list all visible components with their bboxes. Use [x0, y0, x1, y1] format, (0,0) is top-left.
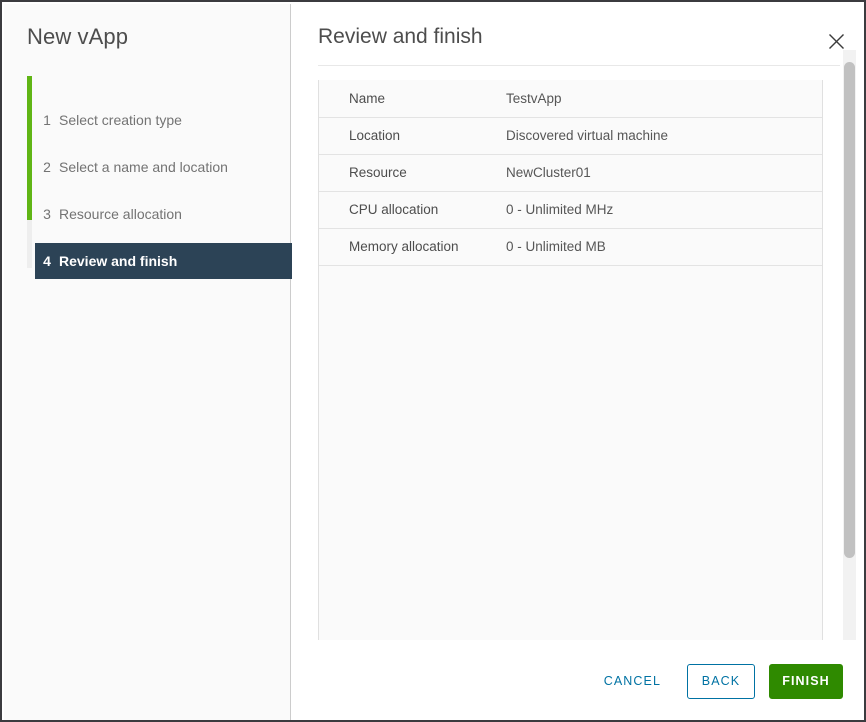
progress-rail-remaining	[27, 220, 32, 268]
summary-key: CPU allocation	[319, 190, 502, 229]
summary-key: Name	[319, 80, 502, 118]
wizard-step-label: Review and finish	[59, 253, 178, 269]
wizard-title: New vApp	[27, 24, 129, 49]
wizard-step-label: Select a name and location	[59, 159, 228, 175]
summary-table: Name TestvApp Location Discovered virtual m…	[319, 80, 822, 266]
wizard-step-label: Select creation type	[59, 112, 182, 128]
summary-value: Discovered virtual machine	[502, 116, 822, 155]
wizard-footer: CANCEL BACK FINISH	[292, 640, 864, 720]
back-button[interactable]: BACK	[687, 663, 755, 699]
table-row: Location Discovered virtual machine	[319, 116, 822, 155]
wizard-step-1[interactable]: 1 Select creation type	[35, 102, 293, 138]
wizard-step-number: 3	[43, 206, 51, 222]
summary-scroll-area: Name TestvApp Location Discovered virtual m…	[318, 80, 823, 641]
summary-value: 0 - Unlimited MHz	[502, 190, 822, 229]
wizard-step-2[interactable]: 2 Select a name and location	[35, 149, 293, 185]
wizard-step-number: 1	[43, 112, 51, 128]
new-vapp-wizard-window: New vApp 1 Select creation type 2 Select a …	[0, 0, 866, 722]
page-title: Review and finish	[318, 25, 483, 48]
wizard-step-3[interactable]: 3 Resource allocation	[35, 196, 293, 232]
wizard-step-number: 2	[43, 159, 51, 175]
vertical-scrollbar[interactable]	[843, 50, 856, 641]
summary-key: Location	[319, 116, 502, 155]
table-row: Memory allocation 0 - Unlimited MB	[319, 227, 822, 266]
wizard-content-panel: Review and finish Name TestvApp Location Di…	[292, 4, 864, 720]
summary-key: Memory allocation	[319, 227, 502, 266]
summary-value: 0 - Unlimited MB	[502, 227, 822, 266]
cancel-button[interactable]: CANCEL	[592, 664, 673, 698]
summary-value: TestvApp	[502, 80, 822, 118]
header-divider	[318, 65, 840, 66]
table-row: CPU allocation 0 - Unlimited MHz	[319, 190, 822, 229]
progress-rail-completed	[27, 76, 32, 220]
wizard-step-4[interactable]: 4 Review and finish	[35, 243, 293, 279]
wizard-sidebar: New vApp 1 Select creation type 2 Select a …	[4, 4, 293, 720]
summary-key: Resource	[319, 153, 502, 192]
scrollbar-thumb[interactable]	[844, 62, 855, 558]
wizard-step-label: Resource allocation	[59, 206, 182, 222]
summary-value: NewCluster01	[502, 153, 822, 192]
finish-button[interactable]: FINISH	[769, 663, 843, 699]
table-row: Resource NewCluster01	[319, 153, 822, 192]
wizard-step-number: 4	[43, 253, 51, 269]
table-row: Name TestvApp	[319, 80, 822, 118]
